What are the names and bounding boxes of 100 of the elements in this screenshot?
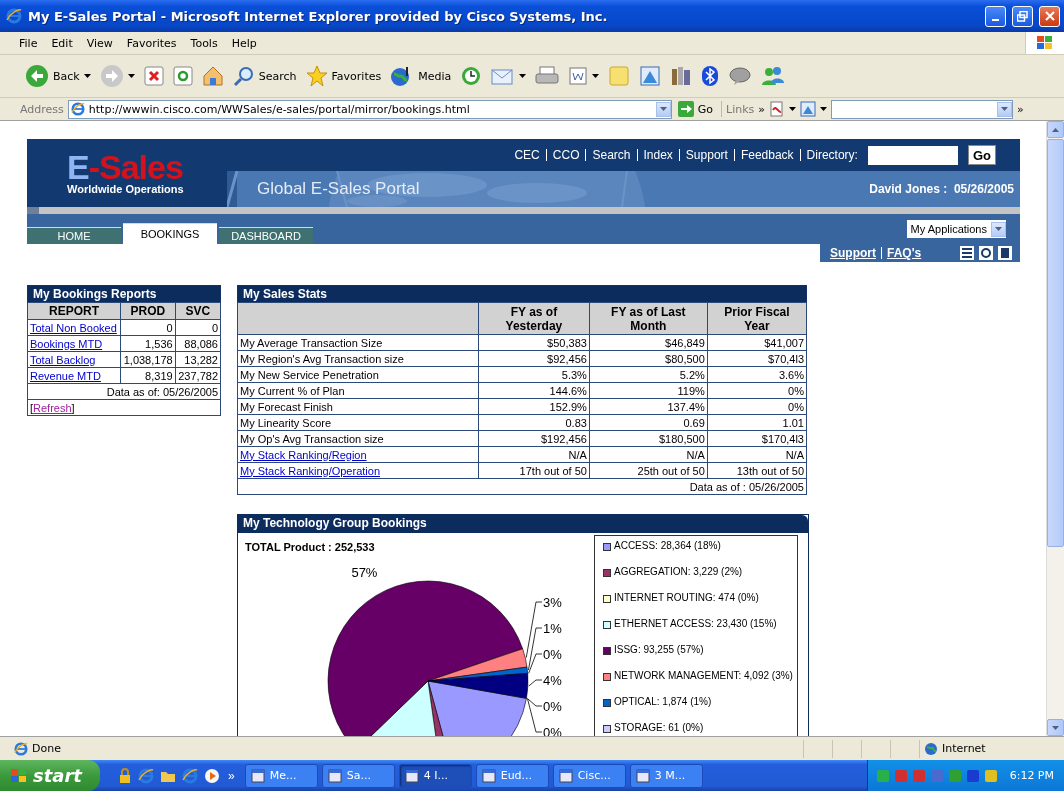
clock: 6:12 PM	[1009, 769, 1054, 782]
data-label: 1%	[543, 621, 562, 636]
column-header: REPORT	[27, 302, 121, 320]
nav-tab[interactable]: HOME	[27, 227, 121, 244]
chevron[interactable]: »	[1017, 102, 1024, 116]
toolbar-button[interactable]: Media	[387, 63, 455, 89]
tray-icon	[875, 768, 890, 783]
go-button[interactable]: Go	[967, 145, 996, 165]
tray-icon	[893, 768, 908, 783]
table-cell: 144.6%	[478, 382, 590, 399]
menu-item[interactable]: Favorites	[119, 34, 184, 52]
taskbar-button[interactable]: Sa...	[321, 763, 395, 788]
table-cell: 8,319	[120, 367, 176, 384]
caret-up-icon	[1052, 127, 1059, 132]
row-label: My Op's Avg Transaction size	[237, 430, 479, 447]
table-cell: 25th out of 50	[589, 462, 708, 479]
header-link[interactable]: Support	[685, 148, 728, 162]
report-link[interactable]: Total Non Booked	[30, 321, 117, 334]
menu-item[interactable]: Edit	[44, 34, 80, 52]
caret-icon	[820, 107, 828, 111]
table-cell: N/A	[707, 446, 807, 463]
table-cell: 1,038,178	[120, 351, 176, 368]
window-icon	[327, 768, 342, 783]
ranking-link[interactable]: My Stack Ranking/Region	[240, 448, 367, 461]
data-label: 0%	[543, 699, 562, 714]
address-field[interactable]: http://wwwin.cisco.com/WWSales/e-sales/portal/mirror/bookings.html	[67, 99, 672, 119]
menu-item[interactable]: View	[79, 34, 120, 52]
nav-tab[interactable]: DASHBOARD	[219, 227, 313, 244]
portal-title: Global E-Sales Portal	[257, 179, 420, 199]
menu-item[interactable]: Help	[224, 34, 264, 52]
start-button[interactable]: start	[0, 760, 100, 791]
restore-button[interactable]	[1012, 5, 1033, 27]
bracket: [	[30, 401, 34, 414]
speech-bubble-icon	[728, 65, 753, 87]
close-button[interactable]	[1039, 5, 1060, 27]
table-cell: 17th out of 50	[478, 462, 590, 479]
row-label: My Current % of Plan	[237, 382, 479, 399]
scroll-up-button[interactable]	[1047, 121, 1064, 138]
minimize-button[interactable]	[985, 5, 1006, 27]
data-date: Data as of : 05/26/2005	[237, 478, 807, 495]
menu-item[interactable]: File	[12, 34, 45, 52]
table-cell: 137.4%	[589, 398, 708, 415]
refresh-link[interactable]: Refresh	[33, 401, 72, 414]
bracket: ]	[71, 401, 75, 414]
menu-item[interactable]: Tools	[183, 34, 225, 52]
data-label: 3%	[543, 595, 562, 610]
table-cell: 237,782	[175, 367, 221, 384]
header-link[interactable]: CCO	[552, 148, 580, 162]
header-link[interactable]: Feedback	[740, 148, 794, 162]
legend-label: STORAGE: 61 (0%)	[614, 721, 704, 734]
report-link[interactable]: Total Backlog	[30, 353, 96, 366]
column-header: FY as of Last Month	[589, 302, 708, 335]
table-cell: 13,282	[175, 351, 221, 368]
report-link[interactable]: Revenue MTD	[30, 369, 101, 382]
caret-icon	[519, 74, 527, 78]
scroll-down-button[interactable]	[1047, 719, 1064, 736]
links-label[interactable]: Links	[726, 102, 755, 116]
taskbar-button[interactable]: Me...	[244, 763, 318, 788]
ranking-link[interactable]: My Stack Ranking/Operation	[240, 464, 380, 477]
panel-title: My Technology Group Bookings	[238, 515, 808, 533]
directory-field[interactable]	[867, 145, 958, 165]
taskbar-button[interactable]: Cisc...	[552, 763, 626, 788]
browser-icon	[70, 102, 85, 116]
support-link[interactable]: Support	[830, 246, 876, 260]
chevron[interactable]: »	[228, 768, 245, 783]
tray-icon	[983, 768, 998, 783]
scroll-thumb[interactable]	[1047, 139, 1064, 547]
taskbar-button[interactable]: Eud...	[475, 763, 549, 788]
table-cell: $80,500	[589, 350, 708, 367]
search-field[interactable]	[831, 99, 1014, 119]
window-icon	[250, 768, 265, 783]
play-icon	[204, 767, 220, 784]
taskbar-button[interactable]: 4 I...	[398, 763, 472, 788]
nav-tab[interactable]: BOOKINGS	[123, 223, 217, 244]
table-cell: $46,849	[589, 334, 708, 351]
toolbar-button[interactable]: Back	[22, 62, 94, 90]
report-link[interactable]: Bookings MTD	[30, 337, 103, 350]
faq-link[interactable]: FAQ's	[887, 246, 922, 260]
column-header: PROD	[120, 302, 176, 320]
windows-flag-icon	[1035, 34, 1055, 52]
directory-label: Directory:	[806, 148, 858, 162]
table-cell: $41,007	[707, 334, 807, 351]
address-label: Address	[20, 102, 64, 116]
chevron[interactable]: »	[758, 102, 766, 116]
table-cell: $50,383	[478, 334, 590, 351]
taskbar-button[interactable]: 3 M...	[629, 763, 703, 788]
close-icon	[1044, 11, 1055, 21]
picture-icon	[800, 101, 817, 117]
header-link[interactable]: Index	[643, 148, 673, 162]
toolbar-button[interactable]: Favorites	[302, 63, 385, 89]
applications-dropdown[interactable]: My Applications	[906, 220, 1006, 238]
tray-icon	[965, 768, 980, 783]
refresh-icon	[979, 246, 993, 260]
go-button[interactable]: Go	[675, 101, 723, 117]
header-link[interactable]: Search	[592, 148, 631, 162]
header-link[interactable]: CEC	[514, 148, 540, 162]
toolbar-button[interactable]: Search	[229, 63, 300, 89]
legend-label: ETHERNET ACCESS: 23,430 (15%)	[614, 617, 777, 630]
logo: E-Sales	[67, 151, 184, 183]
restore-icon	[1017, 10, 1028, 22]
